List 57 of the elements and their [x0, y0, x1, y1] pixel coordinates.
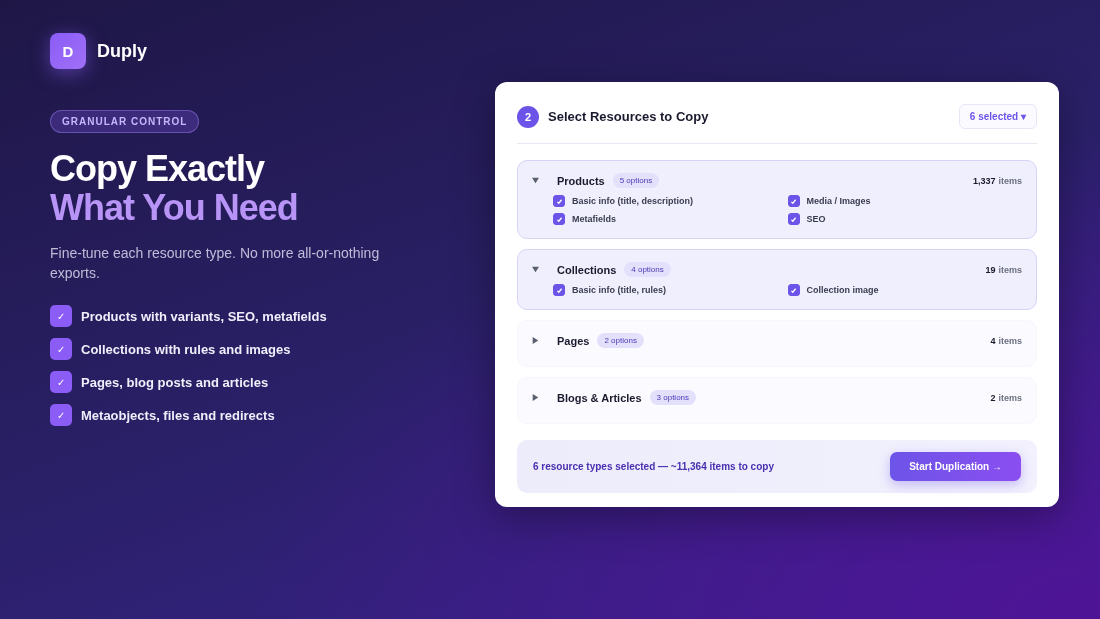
checkbox[interactable]: [787, 195, 800, 207]
check-badge: ✓: [50, 305, 72, 327]
caret-down-icon[interactable]: [532, 177, 539, 184]
step-number: 2: [517, 105, 539, 128]
brand-name: Duply: [97, 40, 147, 62]
option-label: Basic info (title, description): [572, 196, 693, 206]
feature-text: Pages, blog posts and articles: [81, 374, 269, 390]
check-badge: ✓: [50, 404, 72, 426]
checkbox[interactable]: [787, 284, 800, 296]
option-label: Basic info (title, rules): [572, 285, 667, 295]
headline: Copy Exactly: [50, 149, 266, 188]
item-count: 19: [985, 264, 996, 275]
option-label: Metafields: [572, 214, 616, 224]
check-icon: [555, 197, 563, 205]
headline-accent: What You Need: [50, 188, 299, 227]
caret-down-icon[interactable]: [532, 266, 539, 273]
check-icon: [790, 286, 797, 294]
check-icon: [555, 286, 563, 294]
item-count: 1,337: [972, 175, 996, 186]
item-unit: items: [998, 392, 1022, 403]
option-label: SEO: [806, 214, 826, 224]
summary-text: 6 resource types selected — ~11,364 items to copy: [533, 461, 774, 472]
checkbox[interactable]: [553, 213, 565, 225]
options-badge: 5 options: [612, 173, 660, 188]
resource-name: Collections: [557, 263, 617, 276]
checkbox[interactable]: [553, 195, 565, 207]
option-label: Media / Images: [806, 196, 871, 206]
card-title: Select Resources to Copy: [548, 109, 710, 124]
selection-dropdown[interactable]: 6 selected ▾: [958, 104, 1037, 129]
app-logo: D: [50, 33, 86, 69]
option-label: Collection image: [806, 285, 879, 295]
options-badge: 3 options: [649, 390, 697, 405]
section-badge: GRANULAR CONTROL: [50, 110, 200, 133]
check-icon: [790, 215, 797, 223]
resource-name: Products: [557, 174, 605, 187]
check-icon: [790, 197, 797, 205]
resource-name: Blogs & Articles: [557, 391, 642, 404]
item-count: 2: [990, 392, 996, 403]
item-unit: items: [998, 175, 1022, 186]
feature-text: Products with variants, SEO, metafields: [81, 308, 327, 324]
options-badge: 4 options: [624, 262, 671, 277]
checkbox[interactable]: [787, 213, 800, 225]
item-unit: items: [998, 335, 1022, 346]
start-button[interactable]: Start Duplication →: [890, 452, 1021, 481]
options-badge: 2 options: [597, 333, 644, 348]
caret-right-icon[interactable]: [532, 337, 539, 344]
item-unit: items: [998, 264, 1022, 275]
check-badge: ✓: [50, 338, 72, 360]
caret-right-icon[interactable]: [532, 394, 539, 401]
check-icon: [555, 215, 563, 223]
resource-name: Pages: [557, 334, 590, 347]
subtitle: Fine-tune each resource type. No more all-or-nothing exports.: [50, 244, 381, 283]
feature-text: Metaobjects, files and redirects: [81, 407, 275, 423]
item-count: 4: [990, 335, 996, 346]
checkbox[interactable]: [553, 284, 565, 296]
check-badge: ✓: [50, 371, 72, 393]
feature-text: Collections with rules and images: [81, 341, 291, 357]
